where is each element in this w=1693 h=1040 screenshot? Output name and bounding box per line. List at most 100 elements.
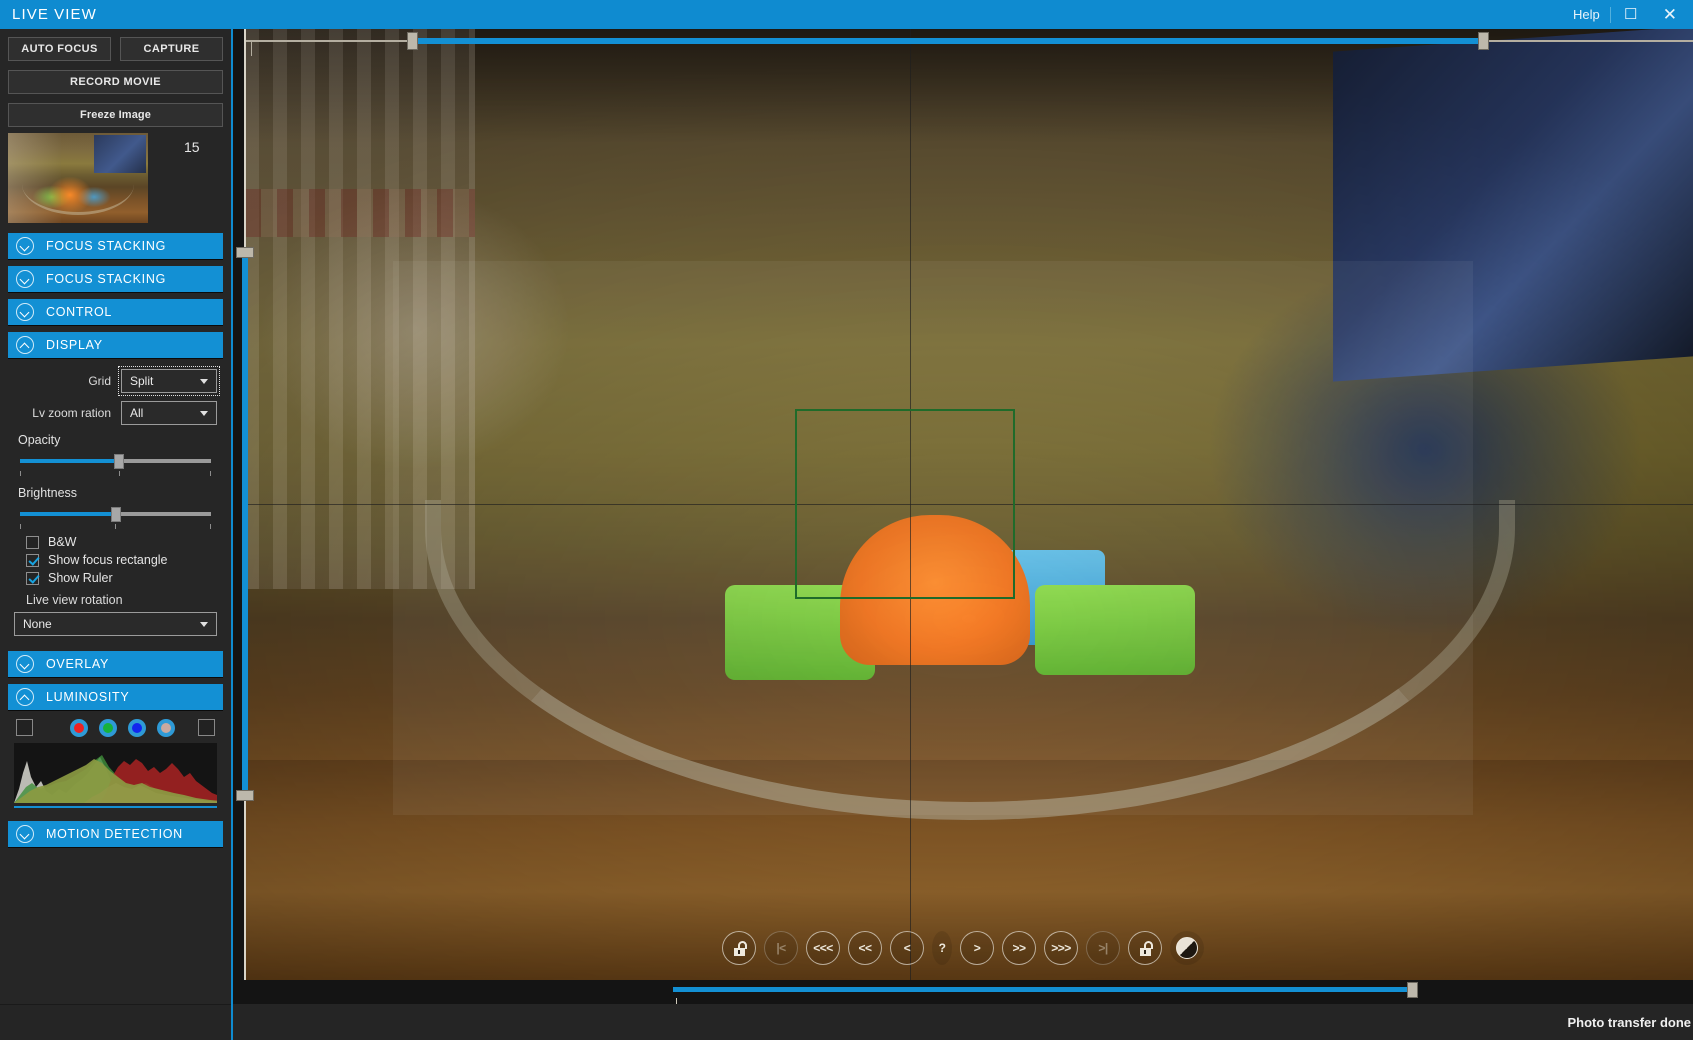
last-frame-button[interactable]: >| (1086, 931, 1120, 965)
show-ruler-checkbox[interactable] (26, 571, 39, 585)
chevron-up-icon (16, 688, 34, 706)
chevron-down-icon (16, 825, 34, 843)
left-sidebar: AUTO FOCUS CAPTURE RECORD MOVIE Freeze I… (0, 29, 233, 1040)
section-header-motion-detection[interactable]: MOTION DETECTION (8, 821, 223, 847)
bw-checkbox-row[interactable]: B&W (26, 535, 217, 549)
capture-button[interactable]: CAPTURE (120, 37, 223, 61)
first-frame-button[interactable]: |< (764, 931, 798, 965)
frame-slider-track (673, 987, 1413, 992)
chevron-down-icon (200, 411, 208, 416)
red-channel-toggle[interactable] (70, 719, 88, 737)
capture-count: 15 (184, 139, 200, 155)
chevron-down-icon (200, 622, 208, 627)
lock-right-button[interactable] (1128, 931, 1162, 965)
help-button[interactable]: ? (932, 931, 952, 965)
lv-zoom-label: Lv zoom ration (32, 406, 111, 420)
grid-field-row: Grid Split (14, 366, 220, 396)
auto-focus-button[interactable]: AUTO FOCUS (8, 37, 111, 61)
live-view-viewport[interactable] (245, 29, 1693, 980)
blue-channel-toggle[interactable] (128, 719, 146, 737)
vertical-ruler-knob-top[interactable] (236, 247, 254, 259)
last-capture-thumbnail[interactable] (8, 133, 148, 223)
chevron-down-icon (16, 270, 34, 288)
lock-left-button[interactable] (722, 931, 756, 965)
show-focus-rectangle-label: Show focus rectangle (48, 553, 168, 567)
live-view-rotation-select[interactable]: None (14, 612, 217, 636)
histogram-right-toggle[interactable] (198, 719, 215, 736)
chevron-down-icon (16, 237, 34, 255)
freeze-image-button[interactable]: Freeze Image (8, 103, 223, 127)
show-focus-rectangle-checkbox[interactable] (26, 553, 39, 567)
focus-rectangle[interactable] (795, 409, 1015, 599)
rewind-fast-button[interactable]: <<< (806, 931, 840, 965)
status-bar: Photo transfer done (233, 1004, 1693, 1040)
luminance-channel-toggle[interactable] (157, 719, 175, 737)
chevron-down-icon (16, 655, 34, 673)
live-view-rotation-label: Live view rotation (26, 593, 123, 607)
opacity-slider-fill (20, 459, 120, 463)
opacity-slider-ticks (20, 471, 211, 478)
section-header-control[interactable]: CONTROL (8, 299, 223, 325)
brightness-slider[interactable] (20, 506, 211, 522)
frame-slider-knob[interactable] (1407, 982, 1418, 998)
sidebar-bottom-strip (0, 1004, 231, 1040)
thumbnail-monitor (94, 135, 146, 173)
live-view-window: LIVE VIEW Help ☐ ✕ AUTO FOCUS CAPTURE RE… (0, 0, 1693, 1040)
opacity-slider[interactable] (20, 453, 211, 469)
lv-zoom-select[interactable]: All (121, 401, 217, 425)
luminosity-underline (14, 806, 217, 808)
grid-select[interactable]: Split (118, 366, 220, 396)
step-back-button[interactable]: < (890, 931, 924, 965)
section-header-overlay[interactable]: OVERLAY (8, 651, 223, 677)
maximize-icon[interactable]: ☐ (1611, 0, 1651, 29)
brightness-slider-fill (20, 512, 116, 516)
section-label: OVERLAY (46, 657, 110, 671)
frame-position-slider[interactable] (233, 982, 1693, 1005)
show-ruler-label: Show Ruler (48, 571, 113, 585)
vertical-ruler-knob-bottom[interactable] (236, 789, 254, 801)
brightness-slider-ticks (20, 524, 211, 531)
section-header-focus-stacking-1[interactable]: FOCUS STACKING (8, 233, 223, 259)
grid-label: Grid (88, 374, 111, 388)
histogram-left-toggle[interactable] (16, 719, 33, 736)
title-bar-controls: Help ☐ ✕ (1563, 0, 1693, 29)
section-label: FOCUS STACKING (46, 272, 166, 286)
help-link[interactable]: Help (1563, 0, 1610, 29)
opacity-label: Opacity (18, 433, 61, 447)
record-movie-button[interactable]: RECORD MOVIE (8, 70, 223, 94)
live-view-rotation-value: None (23, 617, 52, 631)
contrast-button[interactable] (1170, 931, 1204, 965)
section-header-focus-stacking-2[interactable]: FOCUS STACKING (8, 266, 223, 292)
show-ruler-checkbox-row[interactable]: Show Ruler (26, 571, 217, 585)
main-area: |< <<< << <? > >> >>> >| Photo transfer done (233, 29, 1693, 1040)
luminosity-panel-body (8, 717, 223, 814)
opacity-slider-knob[interactable] (114, 454, 125, 469)
section-label: LUMINOSITY (46, 690, 130, 704)
green-channel-toggle[interactable] (99, 719, 117, 737)
section-label: DISPLAY (46, 338, 103, 352)
focus-rect-checkbox-row[interactable]: Show focus rectangle (26, 553, 217, 567)
section-header-luminosity[interactable]: LUMINOSITY (8, 684, 223, 710)
channel-toggle-group (70, 719, 175, 737)
step-forward-button[interactable]: > (960, 931, 994, 965)
close-icon[interactable]: ✕ (1651, 0, 1693, 29)
window-title: LIVE VIEW (12, 6, 97, 23)
lv-zoom-select-value: All (130, 406, 144, 420)
luminosity-controls (14, 719, 217, 741)
title-bar: LIVE VIEW Help ☐ ✕ (0, 0, 1693, 29)
section-label: CONTROL (46, 305, 113, 319)
histogram-svg (14, 755, 217, 803)
contrast-icon (1176, 937, 1198, 959)
brightness-label: Brightness (18, 486, 78, 500)
vertical-ruler[interactable] (233, 29, 255, 980)
section-header-display[interactable]: DISPLAY (8, 332, 223, 358)
lv-zoom-field-row: Lv zoom ration All (14, 401, 217, 425)
forward-button[interactable]: >> (1002, 931, 1036, 965)
chevron-up-icon (16, 336, 34, 354)
rewind-button[interactable]: << (848, 931, 882, 965)
display-panel-body: Grid Split Lv zoom ration All Opacity Br… (8, 365, 223, 644)
bw-checkbox[interactable] (26, 535, 39, 549)
chevron-down-icon (200, 379, 208, 384)
brightness-slider-knob[interactable] (110, 507, 121, 522)
forward-fast-button[interactable]: >>> (1044, 931, 1078, 965)
